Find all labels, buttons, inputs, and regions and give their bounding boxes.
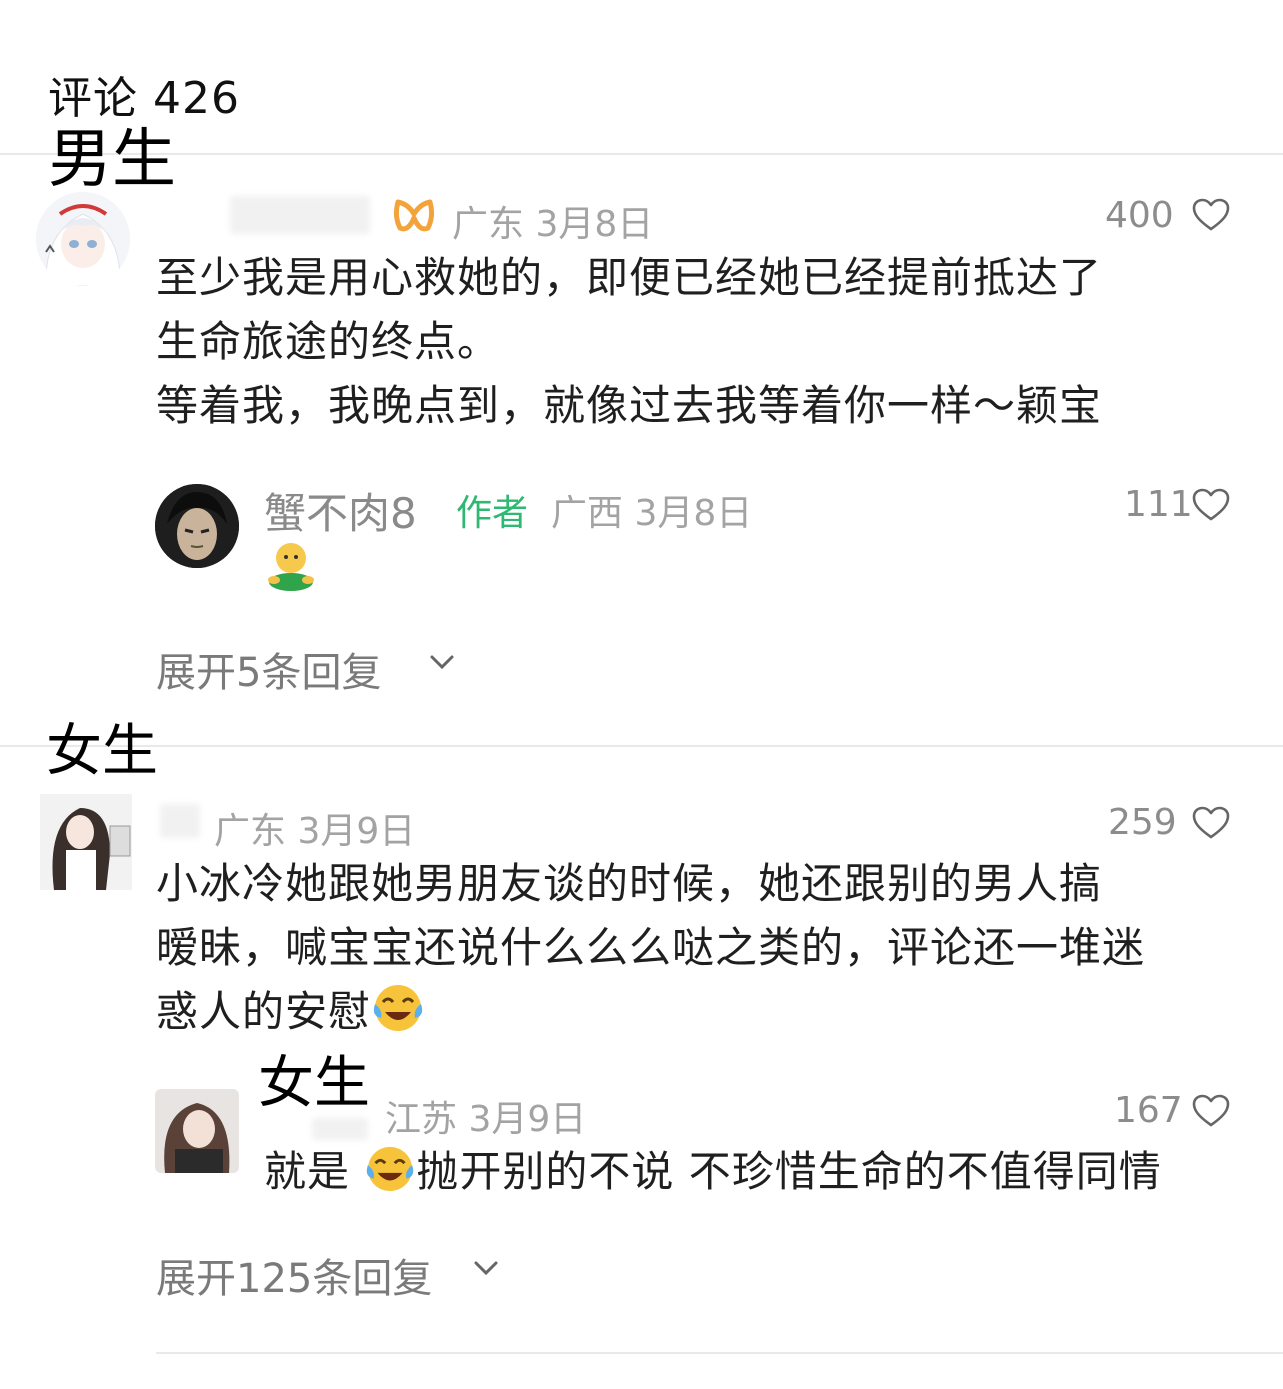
like-count: 111 bbox=[1124, 484, 1193, 525]
reply-username[interactable]: 蟹不肉8 bbox=[264, 480, 417, 541]
comment-line: 至少我是用心救她的，即便已经她已经提前抵达了 bbox=[156, 253, 1103, 302]
comment-line: 惑人的安慰 bbox=[156, 987, 372, 1036]
comment-text[interactable]: 小冰冷她跟她男朋友谈的时候，她还跟别的男人搞 暧昧，喊宝宝还说什么么么哒之类的，… bbox=[156, 852, 1145, 1052]
username-redacted bbox=[160, 804, 200, 838]
comment-line: 小冰冷她跟她男朋友谈的时候，她还跟别的男人搞 bbox=[156, 859, 1103, 908]
thread-divider bbox=[0, 745, 1283, 747]
long-hair-girl-avatar-icon bbox=[40, 794, 132, 890]
comment-location-date: 广东 3月8日 bbox=[452, 204, 654, 245]
reply-location-date: 江苏 3月9日 bbox=[385, 1099, 587, 1140]
like-heart-icon[interactable] bbox=[1192, 198, 1230, 236]
header-divider bbox=[0, 153, 1283, 155]
anime-girl-avatar-icon bbox=[36, 192, 130, 286]
avatar[interactable] bbox=[155, 484, 239, 568]
bottom-divider bbox=[156, 1352, 1283, 1354]
like-heart-icon[interactable] bbox=[1192, 488, 1230, 526]
chevron-down-icon[interactable] bbox=[472, 1258, 500, 1282]
reply-text-part: 抛开别的不说 不珍惜生命的不值得同情 bbox=[416, 1147, 1162, 1196]
author-tag: 作者 bbox=[456, 493, 529, 534]
comment-line-with-emoji: 惑人的安慰 bbox=[156, 980, 1145, 1052]
like-count: 400 bbox=[1105, 195, 1174, 236]
comment-location-date: 广东 3月9日 bbox=[214, 811, 416, 852]
comments-count-title: 评论 426 bbox=[48, 73, 240, 124]
expand-replies[interactable]: 展开5条回复 bbox=[156, 640, 381, 698]
reply-location-date: 广西 3月8日 bbox=[551, 493, 753, 534]
crying-laughing-emoji-icon bbox=[371, 982, 425, 1052]
avatar[interactable] bbox=[36, 192, 130, 286]
girl-photo-avatar-icon bbox=[155, 1089, 239, 1173]
like-heart-icon[interactable] bbox=[1192, 806, 1230, 844]
avatar[interactable] bbox=[40, 794, 132, 890]
comment-line: 暧昧，喊宝宝还说什么么么哒之类的，评论还一堆迷 bbox=[156, 923, 1146, 972]
avatar[interactable] bbox=[155, 1089, 239, 1173]
like-heart-icon[interactable] bbox=[1192, 1094, 1230, 1132]
like-count: 259 bbox=[1108, 802, 1177, 843]
crying-laughing-emoji-icon bbox=[364, 1144, 416, 1212]
comment-line: 等着我，我晚点到，就像过去我等着你一样～颖宝 bbox=[156, 381, 1103, 430]
overlay-label-male: 男生 bbox=[48, 123, 176, 197]
chevron-down-icon[interactable] bbox=[428, 652, 456, 676]
username-redacted bbox=[230, 196, 370, 234]
like-count: 167 bbox=[1114, 1090, 1183, 1131]
overlay-label-female: 女生 bbox=[46, 719, 158, 784]
expand-replies[interactable]: 展开125条回复 bbox=[156, 1246, 432, 1304]
comment-text[interactable]: 至少我是用心救她的，即便已经她已经提前抵达了 生命旅途的终点。 等着我，我晚点到… bbox=[156, 246, 1102, 438]
username-redacted bbox=[312, 1118, 368, 1140]
overlay-label-female-reply: 女生 bbox=[258, 1051, 370, 1116]
vip-badge-icon bbox=[392, 196, 436, 240]
dark-hair-man-avatar-icon bbox=[155, 484, 239, 568]
neutral-face-sticker-icon bbox=[264, 540, 318, 596]
comment-line: 生命旅途的终点。 bbox=[156, 317, 501, 366]
reply-text[interactable]: 就是 抛开别的不说 不珍惜生命的不值得同情 bbox=[264, 1140, 1162, 1212]
reply-text-part: 就是 bbox=[264, 1147, 365, 1196]
